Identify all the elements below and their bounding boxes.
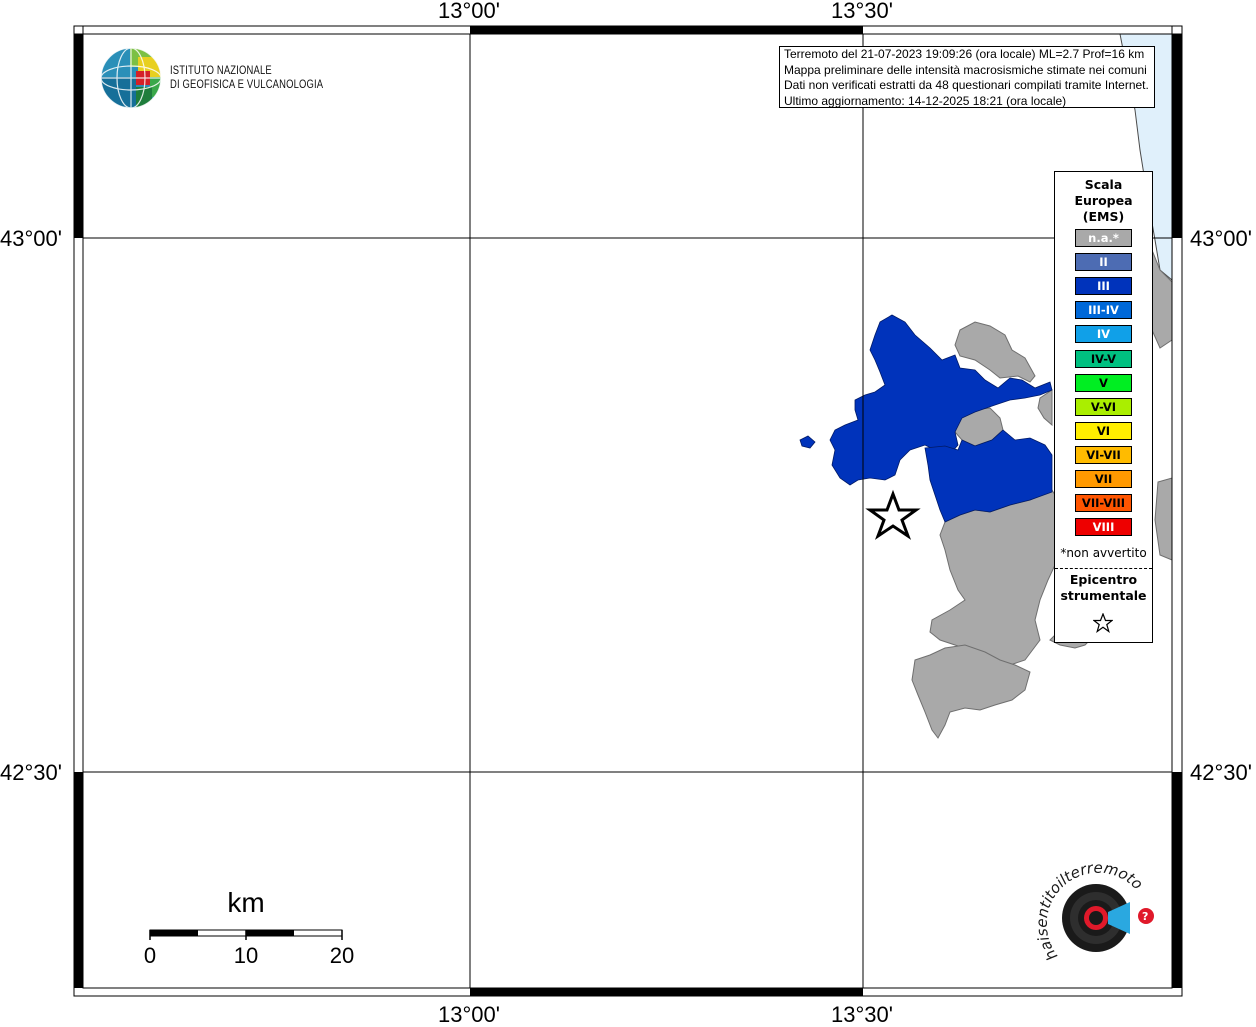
legend-swatch-item: II (1075, 253, 1132, 272)
municipalities-intensity-iii (799, 314, 1053, 523)
info-line-data-source: Dati non verificati estratti da 48 quest… (784, 78, 1149, 92)
lon-label-bottom-1330: 13°30' (831, 1002, 893, 1027)
scale-bar-label-20: 20 (329, 943, 355, 968)
legend-divider (1055, 568, 1152, 569)
info-line-last-update: Ultimo aggiornamento: 14-12-2025 18:21 (… (784, 93, 1067, 108)
scale-bar-unit: km (227, 887, 265, 918)
legend-swatch-item: VI (1075, 421, 1132, 440)
legend-star-icon (1093, 613, 1113, 633)
svg-text:?: ? (1142, 910, 1148, 923)
lon-label-bottom-1300: 13°00' (438, 1002, 500, 1027)
legend-swatch-item: IV (1075, 325, 1132, 344)
epicenter-star-icon (865, 489, 921, 540)
legend-title: Scala Europea (EMS) (1055, 177, 1152, 225)
scale-bar-graphic (149, 929, 343, 940)
lon-label-top-1330: 13°30' (831, 0, 893, 23)
ems-legend: Scala Europea (EMS) n.a.* II III III-IV IV IV… (1054, 171, 1153, 643)
earthquake-info-box: Terremoto del 21-07-2023 19:09:26 (ora l… (779, 46, 1155, 108)
legend-swatch-item: VIII (1075, 518, 1132, 537)
legend-title-line2: Europea (1074, 193, 1133, 208)
lat-label-right-4230: 42°30' (1190, 760, 1252, 785)
ingv-logo-line2: DI GEOFISICA E VULCANOLOGIA (170, 79, 324, 91)
hsit-speaker-logo-icon: ? haisentitoilterremoto.it (1034, 856, 1154, 964)
legend-swatch-item: V (1075, 373, 1132, 392)
legend-swatch-item: VII (1075, 470, 1132, 488)
lat-label-right-4300: 43°00' (1190, 226, 1252, 251)
legend-title-line1: Scala (1084, 177, 1123, 192)
lon-label-top-1300: 13°00' (438, 0, 500, 23)
ingv-globe-logo-icon (100, 47, 162, 109)
legend-swatch-item: VI-VII (1075, 445, 1132, 464)
legend-swatch-item: VII-VIII (1075, 494, 1132, 513)
legend-swatch-item: V-VI (1075, 397, 1132, 416)
legend-epicenter-line1: Epicentro (1069, 572, 1138, 587)
legend-swatch-item: III (1075, 277, 1132, 296)
legend-epicenter-line2: strumentale (1060, 588, 1147, 603)
legend-note: *non avvertito (1060, 546, 1147, 560)
legend-epicenter-title: Epicentro strumentale (1055, 572, 1152, 604)
legend-swatch-item: IV-V (1075, 349, 1132, 368)
info-line-description: Mappa preliminare delle intensità macros… (784, 62, 1147, 77)
scale-bar-label-0: 0 (143, 943, 157, 968)
ingv-logo-line1: ISTITUTO NAZIONALE (170, 65, 272, 77)
legend-swatch-item: III-IV (1075, 301, 1132, 320)
legend-swatch-item: n.a.* (1075, 229, 1132, 247)
lat-label-left-4300: 43°00' (0, 226, 62, 251)
legend-title-line3: (EMS) (1082, 209, 1125, 224)
ingv-logo-text: ISTITUTO NAZIONALE DI GEOFISICA E VULCAN… (170, 64, 323, 92)
scale-bar-label-10: 10 (233, 943, 259, 968)
lat-label-left-4230: 42°30' (0, 760, 62, 785)
info-line-event: Terremoto del 21-07-2023 19:09:26 (ora l… (784, 47, 1145, 61)
